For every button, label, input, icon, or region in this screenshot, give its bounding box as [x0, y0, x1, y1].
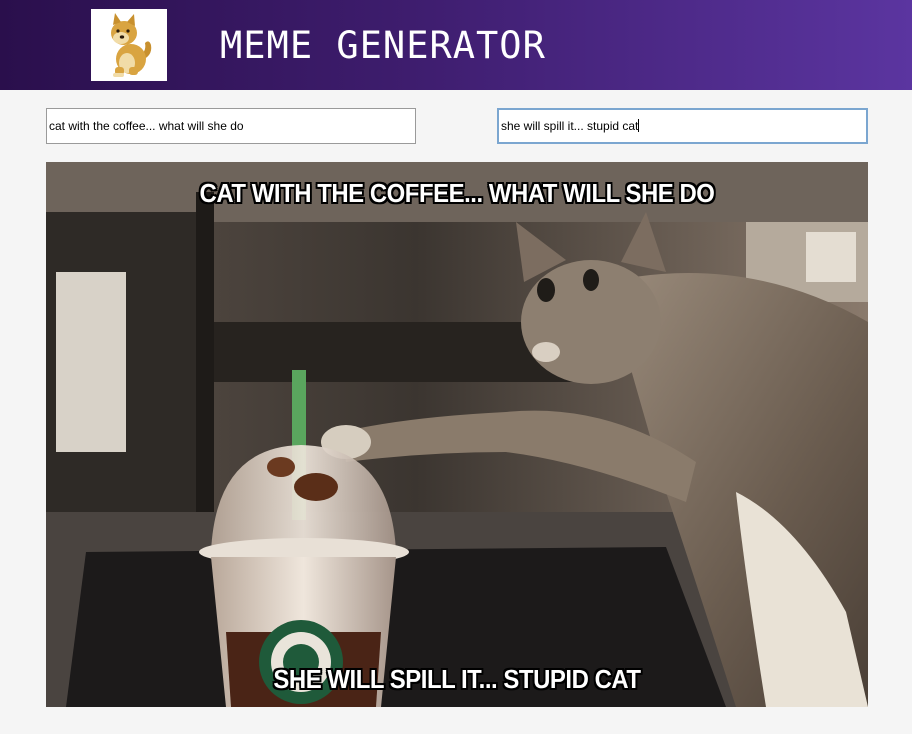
meme-preview: CAT WITH THE COFFEE... WHAT WILL SHE DO … [46, 162, 868, 707]
doge-logo-icon [91, 9, 167, 81]
meme-top-caption: CAT WITH THE COFFEE... WHAT WILL SHE DO [199, 178, 715, 208]
cat-with-frappuccino-image [46, 162, 868, 707]
bottom-text-input[interactable]: she will spill it... stupid cat [497, 108, 868, 144]
text-caret [638, 119, 640, 132]
top-text-input[interactable]: cat with the coffee... what will she do [46, 108, 416, 144]
app-title: MEME GENERATOR [220, 24, 546, 67]
meme-bottom-caption: SHE WILL SPILL IT... STUPID CAT [273, 664, 641, 694]
bottom-text-value: she will spill it... stupid cat [501, 119, 639, 133]
app-header: MEME GENERATOR [0, 0, 912, 90]
top-text-value: cat with the coffee... what will she do [49, 119, 244, 133]
